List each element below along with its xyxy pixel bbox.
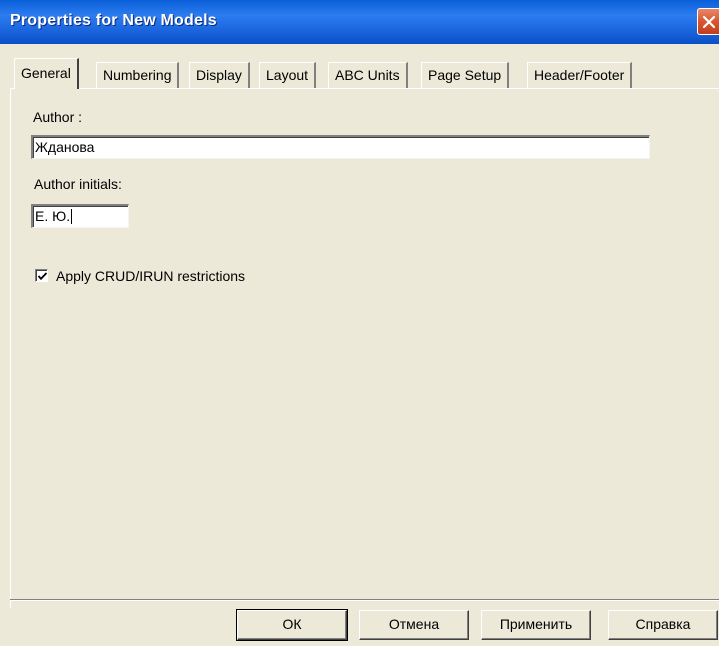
author-initials-value: Е. Ю. bbox=[35, 208, 71, 224]
author-value: Жданова bbox=[35, 139, 95, 155]
tab-numbering[interactable]: Numbering bbox=[96, 62, 180, 88]
tab-display[interactable]: Display bbox=[189, 62, 250, 88]
author-initials-label: Author initials: bbox=[34, 176, 122, 192]
crud-irun-checkbox[interactable] bbox=[35, 269, 48, 282]
author-input[interactable]: Жданова bbox=[31, 135, 650, 159]
tab-layout[interactable]: Layout bbox=[259, 62, 317, 88]
ok-label: ОК bbox=[282, 616, 302, 632]
tab-general[interactable]: General bbox=[14, 58, 79, 89]
close-button[interactable] bbox=[697, 8, 719, 35]
help-label: Справка bbox=[635, 616, 691, 632]
tab-label: Page Setup bbox=[428, 67, 502, 83]
tab-header-footer[interactable]: Header/Footer bbox=[527, 62, 633, 88]
tab-label: General bbox=[21, 65, 71, 81]
tab-label: Numbering bbox=[103, 67, 172, 83]
window-title: Properties for New Models bbox=[10, 12, 217, 29]
author-label: Author : bbox=[33, 109, 83, 125]
cancel-button[interactable]: Отмена bbox=[359, 610, 469, 640]
tab-label: Layout bbox=[266, 67, 309, 83]
general-tab-panel bbox=[10, 88, 719, 608]
checkmark-icon bbox=[37, 272, 48, 281]
cancel-label: Отмена bbox=[388, 616, 440, 632]
tab-abc-units[interactable]: ABC Units bbox=[328, 62, 408, 88]
close-x-icon bbox=[702, 15, 716, 29]
panel-bottom-edge bbox=[10, 599, 719, 601]
tab-label: Display bbox=[196, 67, 242, 83]
apply-button[interactable]: Применить bbox=[481, 610, 591, 640]
tab-label: Header/Footer bbox=[534, 67, 625, 83]
tab-strip: General Numbering Display Layout ABC Uni… bbox=[14, 58, 719, 89]
help-button[interactable]: Справка bbox=[608, 610, 718, 640]
tab-label: ABC Units bbox=[335, 67, 400, 83]
crud-irun-label[interactable]: Apply CRUD/IRUN restrictions bbox=[56, 268, 245, 284]
dialog-client-area: General Numbering Display Layout ABC Uni… bbox=[0, 44, 719, 646]
apply-label: Применить bbox=[499, 616, 573, 632]
tab-page-setup[interactable]: Page Setup bbox=[421, 62, 510, 88]
ok-button[interactable]: ОК bbox=[236, 609, 348, 641]
title-bar[interactable]: Properties for New Models bbox=[0, 0, 719, 44]
text-caret bbox=[71, 209, 73, 224]
author-initials-input[interactable]: Е. Ю. bbox=[31, 204, 129, 228]
